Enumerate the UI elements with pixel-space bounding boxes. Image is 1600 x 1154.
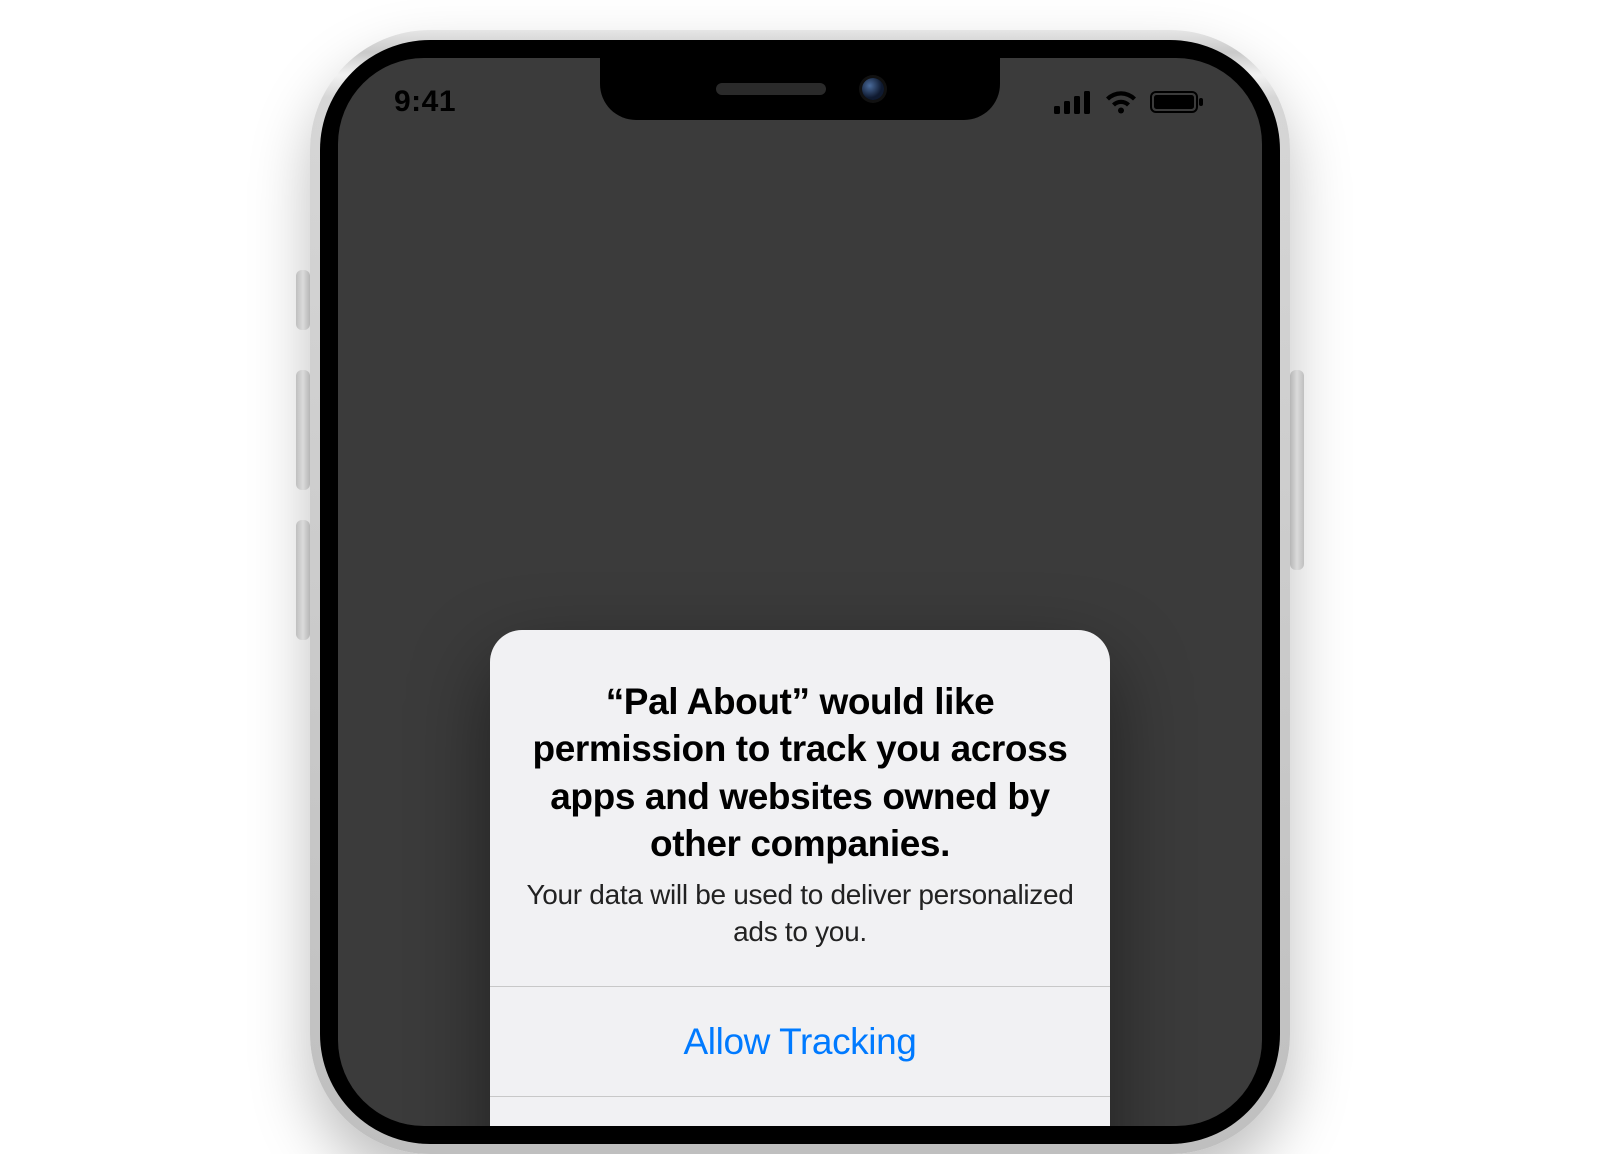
- allow-tracking-button[interactable]: Allow Tracking: [490, 986, 1110, 1096]
- alert-body: “Pal About” would like permission to tra…: [490, 630, 1110, 986]
- alert-subtitle: Your data will be used to deliver person…: [526, 877, 1074, 950]
- phone-frame: 9:41: [310, 30, 1290, 1154]
- mute-switch[interactable]: [296, 270, 310, 330]
- earpiece-speaker: [716, 83, 826, 95]
- status-time: 9:41: [394, 85, 456, 119]
- front-camera-icon: [862, 78, 884, 100]
- volume-up-button[interactable]: [296, 370, 310, 490]
- phone-bezel-outer: 9:41: [310, 30, 1290, 1154]
- phone-screen: 9:41: [338, 58, 1262, 1126]
- status-indicators: [1054, 90, 1206, 114]
- alert-title: “Pal About” would like permission to tra…: [526, 678, 1074, 867]
- ask-not-to-track-button[interactable]: Ask App Not to Track: [490, 1096, 1110, 1126]
- cellular-signal-icon: [1054, 90, 1092, 114]
- phone-bezel-inner: 9:41: [320, 40, 1280, 1144]
- power-button[interactable]: [1290, 370, 1304, 570]
- wifi-icon: [1104, 90, 1138, 114]
- tracking-permission-alert: “Pal About” would like permission to tra…: [490, 630, 1110, 1126]
- battery-icon: [1150, 90, 1206, 114]
- notch: [600, 58, 1000, 120]
- volume-down-button[interactable]: [296, 520, 310, 640]
